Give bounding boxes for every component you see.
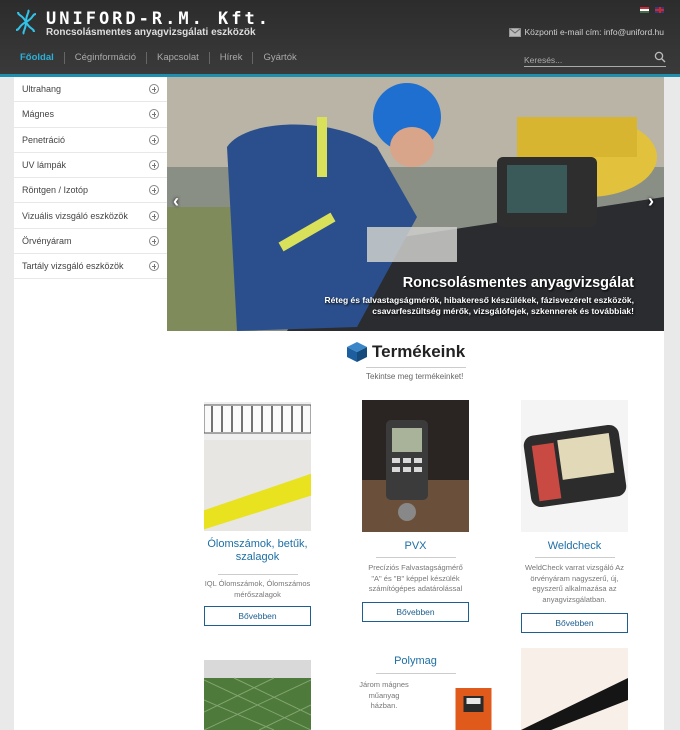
sidebar-item-label: Tartály vizsgáló eszközök [22, 261, 124, 272]
product-title-polymag[interactable]: Polymag [362, 655, 469, 668]
sidebar-item-label: Röntgen / Izotóp [22, 185, 89, 196]
product-title-pvx[interactable]: PVX [362, 540, 469, 553]
more-button-pvx[interactable]: Bővebben [362, 602, 469, 622]
sidebar-item-label: Mágnes [22, 109, 55, 120]
nav-item-company-info[interactable]: Céginformáció [65, 52, 148, 64]
products-heading: Termékeink [346, 341, 465, 363]
product-divider [376, 557, 456, 558]
sidebar-item-visual-inspection[interactable]: Vizuális vizsgáló eszközök [14, 203, 167, 229]
search-icon[interactable] [654, 51, 666, 63]
expand-plus-icon[interactable] [149, 134, 159, 145]
hero-subtitle: Réteg és falvastagságmérők, hibakereső k… [324, 295, 634, 316]
cube-icon [347, 342, 367, 362]
expand-plus-icon[interactable] [149, 109, 159, 120]
expand-plus-icon[interactable] [149, 160, 159, 171]
site-header: UNIFORD-R.M. Kft. Roncsolásmentes anyagv… [0, 0, 680, 77]
sidebar-item-penetration[interactable]: Penetráció [14, 128, 167, 153]
product-divider [218, 574, 298, 575]
search-input[interactable] [524, 52, 644, 68]
product-desc-polymag: Járom mágnes műanyag házban. [359, 680, 409, 710]
category-sidebar: Ultrahang Mágnes Penetráció UV lámpák Rö… [14, 77, 167, 730]
page-right-margin [664, 77, 680, 730]
sidebar-item-uv-lamps[interactable]: UV lámpák [14, 153, 167, 179]
sidebar-item-ultrasound[interactable]: Ultrahang [14, 77, 167, 103]
nav-item-news[interactable]: Hírek [210, 52, 254, 64]
search-box [524, 50, 666, 68]
expand-plus-icon[interactable] [149, 210, 159, 221]
hero-slider[interactable]: Roncsolásmentes anyagvizsgálat Réteg és … [167, 77, 664, 331]
products-subtitle: Tekintse meg termékeinket! [366, 372, 464, 381]
products-title: Termékeink [372, 342, 466, 361]
nav-item-manufacturers[interactable]: Gyártók [253, 52, 306, 64]
expand-plus-icon[interactable] [149, 84, 159, 95]
sidebar-item-magnet[interactable]: Mágnes [14, 102, 167, 128]
expand-plus-icon[interactable] [149, 185, 159, 196]
expand-plus-icon[interactable] [149, 235, 159, 246]
product-image-partial[interactable] [521, 648, 628, 730]
product-title-weldcheck[interactable]: Weldcheck [521, 540, 628, 553]
product-image-fence[interactable] [204, 660, 311, 730]
product-divider [376, 673, 456, 674]
mail-icon [508, 27, 521, 37]
page-left-margin [0, 0, 14, 730]
hero-title: Roncsolásmentes anyagvizsgálat [402, 275, 634, 291]
sidebar-item-label: UV lámpák [22, 160, 67, 171]
more-button-weldcheck[interactable]: Bővebben [521, 613, 628, 633]
hungarian-flag-icon[interactable] [640, 7, 649, 13]
product-desc-pvx: Precíziós Falvastagságmérő "A" és "B" ké… [368, 563, 463, 593]
nav-item-home[interactable]: Főoldal [10, 52, 65, 64]
contact-email-text: Központi e-mail cím: info@uniford.hu [524, 27, 665, 37]
more-button-lead-numbers[interactable]: Bővebben [204, 606, 311, 626]
sidebar-item-label: Vizuális vizsgáló eszközök [22, 210, 128, 221]
sidebar-item-xray-isotope[interactable]: Röntgen / Izotóp [14, 178, 167, 204]
sidebar-item-label: Ultrahang [22, 84, 62, 95]
brand-name[interactable]: UNIFORD-R.M. Kft. [46, 9, 271, 29]
language-switcher [640, 7, 664, 13]
sidebar-item-tank-inspection[interactable]: Tartály vizsgáló eszközök [14, 254, 167, 280]
product-title-lead-numbers[interactable]: Ólomszámok, betűk, szalagok [204, 538, 311, 564]
hero-image [167, 77, 664, 331]
product-image-pvx[interactable] [362, 400, 469, 532]
slider-next-icon[interactable]: › [648, 191, 654, 212]
sidebar-item-label: Örvényáram [22, 235, 72, 246]
product-divider [535, 557, 615, 558]
product-desc-lead-numbers: IQL Ólomszámok, Ólomszámos mérőszalagok [204, 579, 311, 599]
sidebar-item-eddy-current[interactable]: Örvényáram [14, 229, 167, 255]
english-flag-icon[interactable] [655, 7, 664, 13]
products-divider [366, 367, 466, 368]
product-image-lead-numbers[interactable] [204, 402, 311, 531]
sidebar-item-label: Penetráció [22, 134, 66, 145]
nav-item-contact[interactable]: Kapcsolat [147, 52, 210, 64]
product-image-weldcheck[interactable] [521, 400, 628, 532]
expand-plus-icon[interactable] [149, 261, 159, 272]
product-image-polymag[interactable] [420, 686, 527, 730]
slider-prev-icon[interactable]: ‹ [173, 191, 179, 212]
brand-tagline: Roncsolásmentes anyagvizsgálati eszközök [46, 27, 256, 38]
product-desc-weldcheck: WeldCheck varrat vizsgáló Az örvényáram … [524, 563, 625, 604]
contact-email[interactable]: Központi e-mail cím: info@uniford.hu [508, 27, 665, 37]
main-nav: Főoldal Céginformáció Kapcsolat Hírek Gy… [10, 52, 307, 64]
logo-icon[interactable] [12, 8, 40, 36]
